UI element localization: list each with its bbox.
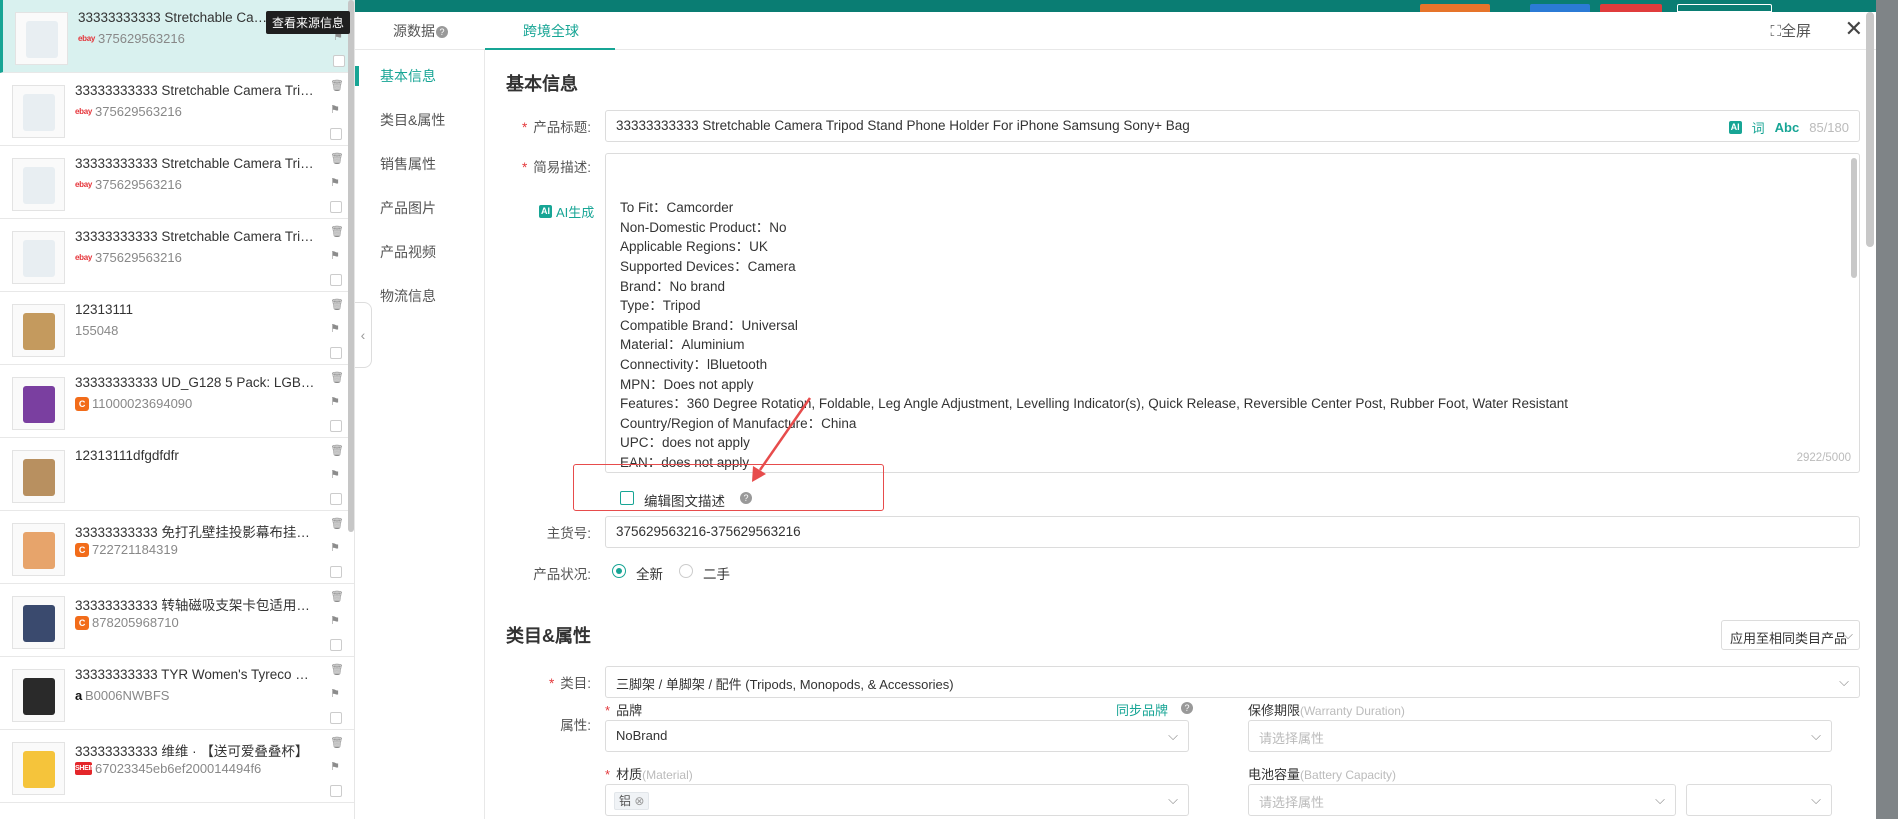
annotation-arrow (752, 397, 812, 482)
view-source-tooltip: 查看来源信息 (266, 11, 351, 34)
collapse-list-button[interactable]: ‹ (355, 302, 372, 368)
